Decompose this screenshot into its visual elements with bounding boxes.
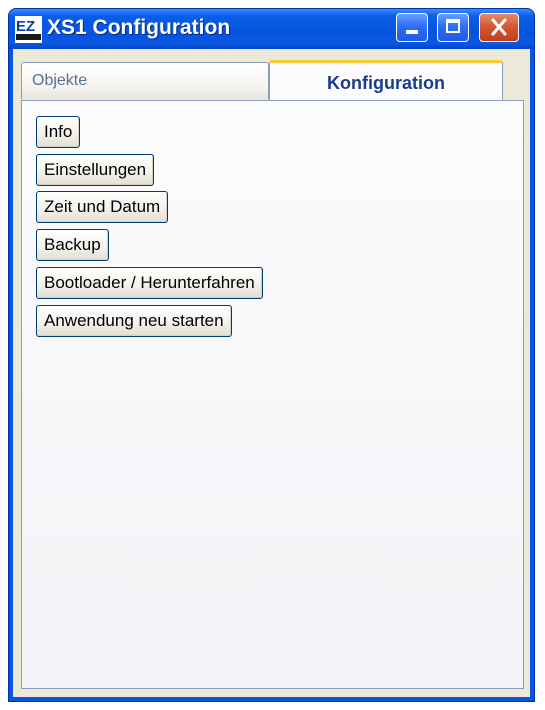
- info-button[interactable]: Info: [36, 116, 81, 148]
- title-bar[interactable]: EZ XS1 Configuration: [9, 9, 534, 49]
- svg-text:EZ: EZ: [16, 18, 35, 35]
- client-area: Objekte Konfiguration Info Einstellungen…: [13, 49, 530, 697]
- backup-button[interactable]: Backup: [36, 229, 109, 261]
- minimize-icon: [406, 30, 418, 34]
- app-window: EZ XS1 Configuration Objekte Konfigurati…: [8, 8, 535, 702]
- maximize-button[interactable]: [437, 13, 469, 42]
- einstellungen-button[interactable]: Einstellungen: [36, 154, 155, 186]
- maximize-icon: [446, 19, 460, 33]
- konfiguration-panel: [21, 100, 524, 689]
- bootloader-herunterfahren-button[interactable]: Bootloader / Herunterfahren: [36, 267, 263, 299]
- tab-objekte[interactable]: Objekte: [21, 62, 269, 99]
- close-button[interactable]: [479, 13, 519, 42]
- tab-strip: Objekte Konfiguration: [21, 60, 524, 100]
- ezcontrol-logo-icon: EZ: [15, 16, 42, 43]
- zeit-und-datum-button[interactable]: Zeit und Datum: [36, 191, 169, 223]
- anwendung-neu-starten-button[interactable]: Anwendung neu starten: [36, 305, 232, 337]
- close-icon: [491, 18, 507, 36]
- window-title: XS1 Configuration: [47, 16, 231, 39]
- tab-konfiguration[interactable]: Konfiguration: [269, 60, 503, 100]
- minimize-button[interactable]: [396, 13, 428, 42]
